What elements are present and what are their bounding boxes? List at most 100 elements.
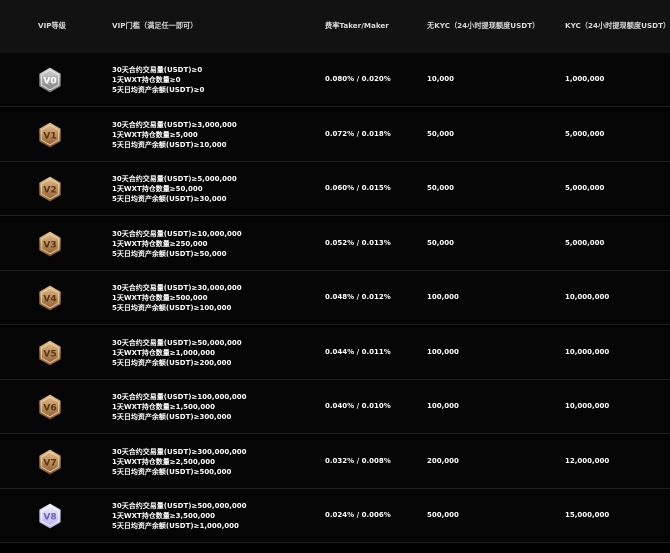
vip-threshold-conditions: 30天合约交易量(USDT)≥0 1天WXT持仓数量≥0 5天日均资产余额(US…	[112, 65, 204, 95]
futures-volume-condition: 30天合约交易量(USDT)≥3,000,000	[112, 120, 237, 129]
vip-badge-label: V2	[43, 186, 56, 196]
no-kyc-limit-value: 10,000	[427, 75, 455, 83]
vip-level-table: VIP等级 VIP门槛（满足任一即可） 费率Taker/Maker 无KYC（2…	[0, 0, 670, 553]
futures-volume-condition: 30天合约交易量(USDT)≥0	[112, 66, 203, 74]
kyc-limit-value: 10,000,000	[565, 402, 610, 410]
table-row: V7 30天合约交易量(USDT)≥300,000,000 1天WXT持仓数量≥…	[0, 434, 670, 489]
vip-threshold-conditions: 30天合约交易量(USDT)≥300,000,000 1天WXT持仓数量≥2,5…	[112, 447, 246, 477]
wxt-holding-condition: 1天WXT持仓数量≥250,000	[112, 239, 208, 248]
vip-threshold-conditions: 30天合约交易量(USDT)≥50,000,000 1天WXT持仓数量≥1,00…	[112, 338, 242, 368]
futures-volume-condition: 30天合约交易量(USDT)≥100,000,000	[112, 393, 247, 401]
asset-balance-condition: 5天日均资产余额(USDT)≥100,000	[112, 304, 232, 312]
vip-badge-label: V1	[43, 131, 56, 141]
fee-rate-value: 0.060% / 0.015%	[325, 184, 391, 192]
kyc-limit-value: 1,000,000	[565, 75, 605, 83]
vip-threshold-conditions: 30天合约交易量(USDT)≥3,000,000 1天WXT持仓数量≥5,000…	[112, 120, 237, 150]
vip-hexagon-icon: V6	[39, 394, 61, 420]
asset-balance-condition: 5天日均资产余额(USDT)≥10,000	[112, 140, 227, 149]
wxt-holding-condition: 1天WXT持仓数量≥3,500,000	[112, 512, 216, 520]
table-row: V3 30天合约交易量(USDT)≥10,000,000 1天WXT持仓数量≥2…	[0, 216, 670, 271]
kyc-limit-value: 15,000,000	[565, 511, 610, 519]
table-row: V2 30天合约交易量(USDT)≥5,000,000 1天WXT持仓数量≥50…	[0, 162, 670, 216]
vip-badge-icon: V8	[38, 503, 62, 529]
vip-badge-label: V5	[43, 349, 56, 359]
table-row: V0 30天合约交易量(USDT)≥0 1天WXT持仓数量≥0 5天日均资产余额…	[0, 53, 670, 107]
wxt-holding-condition: 1天WXT持仓数量≥500,000	[112, 294, 208, 302]
header-no-kyc-limit: 无KYC（24小时提现额度USDT）	[427, 21, 540, 30]
kyc-limit-value: 10,000,000	[565, 347, 610, 356]
table-header: VIP等级 VIP门槛（满足任一即可） 费率Taker/Maker 无KYC（2…	[0, 0, 670, 53]
no-kyc-limit-value: 100,000	[427, 293, 459, 301]
no-kyc-limit-value: 100,000	[427, 402, 459, 410]
vip-hexagon-icon: V7	[39, 449, 61, 474]
asset-balance-condition: 5天日均资产余额(USDT)≥500,000	[112, 467, 232, 476]
vip-badge-icon: V4	[38, 285, 62, 311]
vip-hexagon-icon: V5	[39, 340, 61, 365]
fee-rate-value: 0.024% / 0.006%	[325, 511, 391, 519]
vip-badge-icon: V0	[38, 67, 62, 93]
fee-rate-value: 0.040% / 0.010%	[325, 402, 391, 410]
vip-threshold-conditions: 30天合约交易量(USDT)≥10,000,000 1天WXT持仓数量≥250,…	[112, 229, 242, 259]
vip-badge-icon: V3	[38, 231, 62, 257]
vip-threshold-conditions: 30天合约交易量(USDT)≥5,000,000 1天WXT持仓数量≥50,00…	[112, 174, 237, 204]
fee-rate-value: 0.072% / 0.018%	[325, 129, 391, 138]
table-row: V8 30天合约交易量(USDT)≥500,000,000 1天WXT持仓数量≥…	[0, 489, 670, 543]
vip-badge-icon: V2	[38, 176, 62, 202]
vip-badge-icon: V1	[38, 122, 62, 148]
vip-badge-label: V6	[43, 404, 56, 414]
vip-badge-icon: V6	[38, 394, 62, 420]
asset-balance-condition: 5天日均资产余额(USDT)≥1,000,000	[112, 522, 239, 530]
no-kyc-limit-value: 50,000	[427, 184, 455, 192]
fee-rate-value: 0.048% / 0.012%	[325, 293, 391, 301]
wxt-holding-condition: 1天WXT持仓数量≥5,000	[112, 130, 198, 139]
vip-badge-icon: V7	[38, 449, 62, 475]
header-vip-level: VIP等级	[38, 21, 66, 30]
table-row: V5 30天合约交易量(USDT)≥50,000,000 1天WXT持仓数量≥1…	[0, 325, 670, 380]
header-vip-threshold: VIP门槛（满足任一即可）	[112, 21, 198, 30]
vip-badge-label: V0	[43, 77, 56, 87]
wxt-holding-condition: 1天WXT持仓数量≥2,500,000	[112, 457, 216, 466]
vip-hexagon-icon: V0	[39, 67, 61, 93]
vip-badge-label: V7	[43, 458, 56, 468]
vip-badge-label: V8	[43, 513, 56, 523]
header-kyc-limit: KYC（24小时提现额度USDT）	[565, 21, 670, 30]
header-fee-rate: 费率Taker/Maker	[325, 21, 389, 30]
wxt-holding-condition: 1天WXT持仓数量≥50,000	[112, 185, 203, 193]
fee-rate-value: 0.052% / 0.013%	[325, 238, 391, 247]
kyc-limit-value: 5,000,000	[565, 184, 605, 192]
wxt-holding-condition: 1天WXT持仓数量≥0	[112, 76, 181, 84]
vip-badge-label: V3	[43, 240, 56, 250]
futures-volume-condition: 30天合约交易量(USDT)≥500,000,000	[112, 502, 247, 510]
wxt-holding-condition: 1天WXT持仓数量≥1,500,000	[112, 403, 216, 411]
no-kyc-limit-value: 50,000	[427, 238, 455, 247]
fee-rate-value: 0.080% / 0.020%	[325, 75, 391, 83]
vip-threshold-conditions: 30天合约交易量(USDT)≥500,000,000 1天WXT持仓数量≥3,5…	[112, 501, 246, 531]
no-kyc-limit-value: 500,000	[427, 511, 459, 519]
vip-hexagon-icon: V2	[39, 176, 61, 202]
no-kyc-limit-value: 100,000	[427, 347, 459, 356]
vip-hexagon-icon: V1	[39, 122, 61, 147]
wxt-holding-condition: 1天WXT持仓数量≥1,000,000	[112, 348, 216, 357]
vip-hexagon-icon: V4	[39, 285, 61, 311]
futures-volume-condition: 30天合约交易量(USDT)≥30,000,000	[112, 284, 242, 292]
vip-badge-label: V4	[43, 295, 56, 305]
table-row: V4 30天合约交易量(USDT)≥30,000,000 1天WXT持仓数量≥5…	[0, 271, 670, 325]
vip-threshold-conditions: 30天合约交易量(USDT)≥100,000,000 1天WXT持仓数量≥1,5…	[112, 392, 246, 422]
vip-hexagon-icon: V8	[39, 503, 61, 529]
kyc-limit-value: 5,000,000	[565, 129, 605, 138]
kyc-limit-value: 12,000,000	[565, 456, 610, 465]
table-row: V1 30天合约交易量(USDT)≥3,000,000 1天WXT持仓数量≥5,…	[0, 107, 670, 162]
kyc-limit-value: 10,000,000	[565, 293, 610, 301]
no-kyc-limit-value: 200,000	[427, 456, 459, 465]
asset-balance-condition: 5天日均资产余额(USDT)≥50,000	[112, 249, 227, 258]
fee-rate-value: 0.044% / 0.011%	[325, 347, 391, 356]
futures-volume-condition: 30天合约交易量(USDT)≥300,000,000	[112, 447, 247, 456]
futures-volume-condition: 30天合约交易量(USDT)≥10,000,000	[112, 229, 242, 238]
fee-rate-value: 0.032% / 0.008%	[325, 456, 391, 465]
asset-balance-condition: 5天日均资产余额(USDT)≥0	[112, 86, 205, 94]
vip-hexagon-icon: V3	[39, 231, 61, 256]
futures-volume-condition: 30天合约交易量(USDT)≥5,000,000	[112, 175, 237, 183]
table-row: V6 30天合约交易量(USDT)≥100,000,000 1天WXT持仓数量≥…	[0, 380, 670, 434]
kyc-limit-value: 5,000,000	[565, 238, 605, 247]
futures-volume-condition: 30天合约交易量(USDT)≥50,000,000	[112, 338, 242, 347]
